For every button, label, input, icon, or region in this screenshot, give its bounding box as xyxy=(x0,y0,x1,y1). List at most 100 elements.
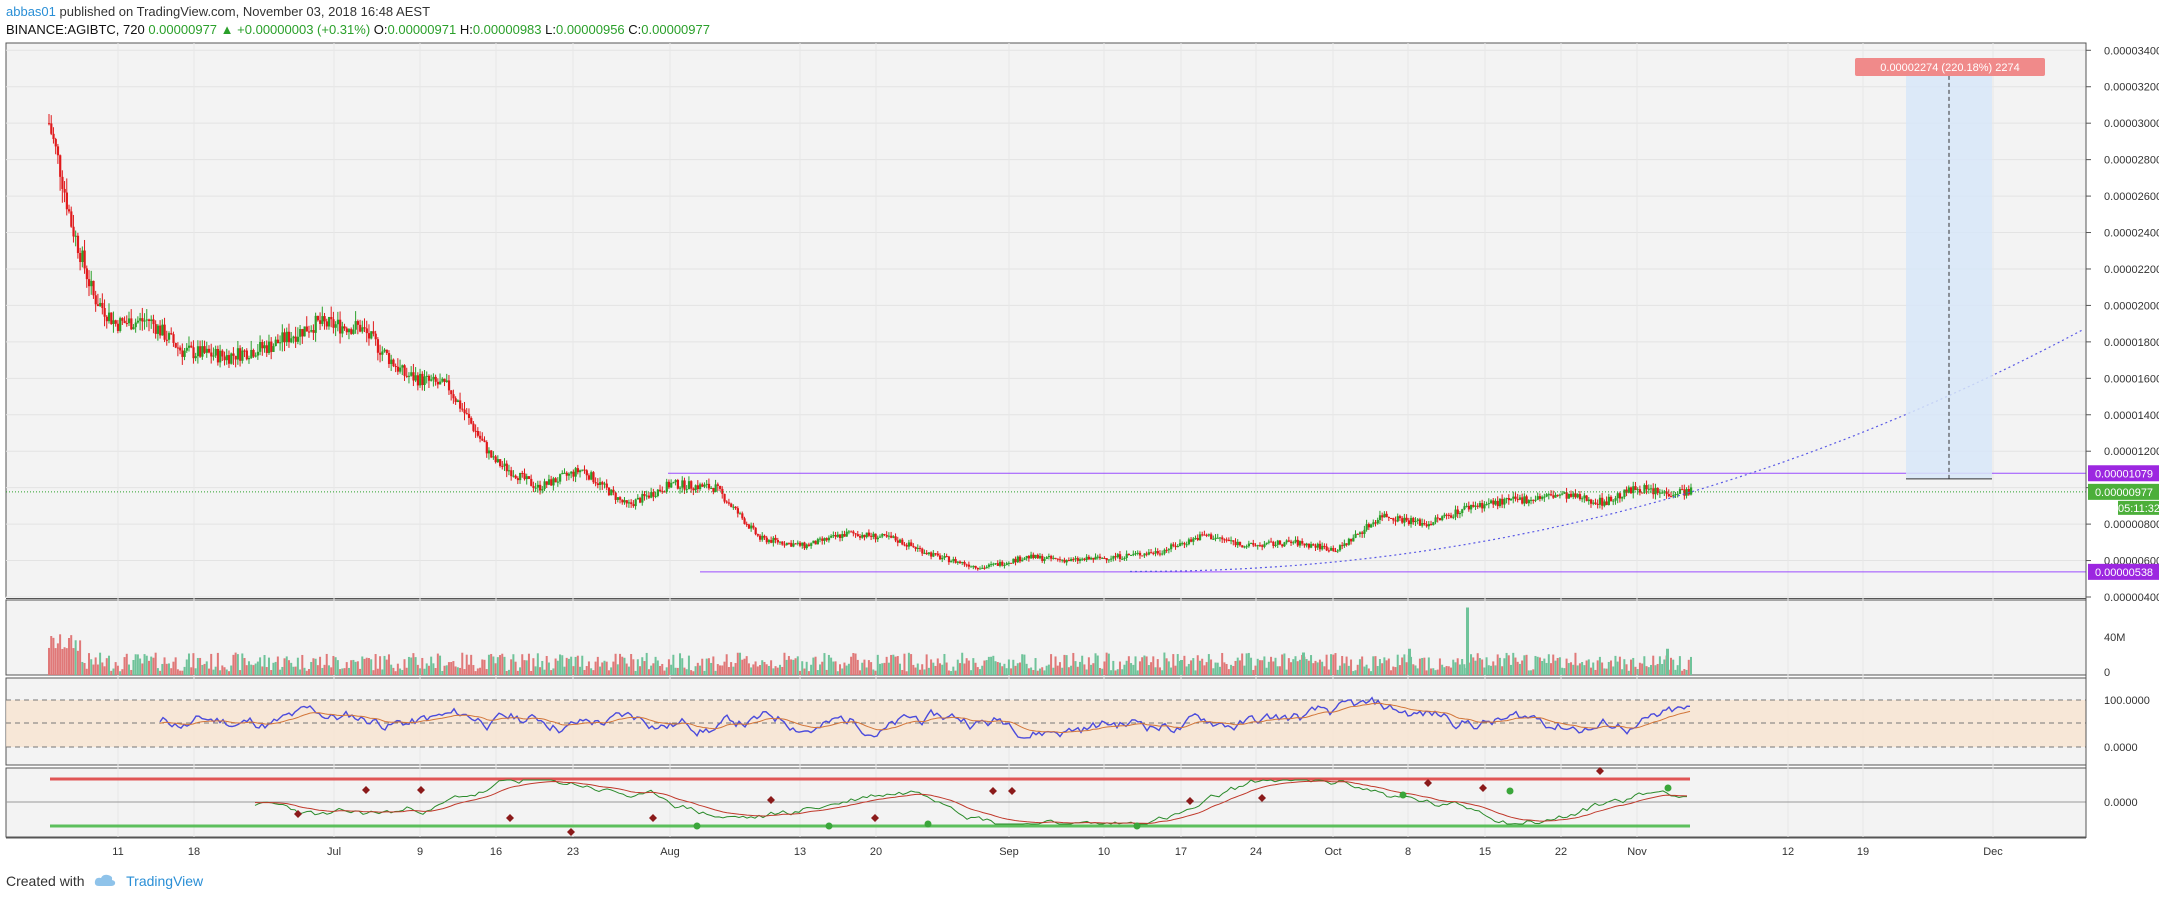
volume-bar xyxy=(1605,668,1608,675)
candle-body xyxy=(841,534,844,539)
candle-up xyxy=(610,489,613,496)
volume-bar xyxy=(1087,657,1090,675)
volume-bar xyxy=(996,662,999,675)
candle-body xyxy=(183,350,186,357)
volume-bar xyxy=(87,653,90,675)
volume-bar xyxy=(821,661,824,675)
candle-body xyxy=(463,409,466,414)
candle-body xyxy=(938,555,942,560)
volume-bar xyxy=(214,666,217,675)
volume-bar xyxy=(630,654,633,675)
candle-body xyxy=(821,538,824,541)
volume-bar xyxy=(1607,661,1610,675)
candle-body xyxy=(554,478,557,483)
volume-bar xyxy=(296,657,299,675)
volume-bar xyxy=(523,660,526,675)
volume-bar xyxy=(1047,664,1050,675)
candle-body xyxy=(581,469,584,471)
candle-body xyxy=(1352,537,1355,542)
volume-bar xyxy=(147,660,150,675)
candle-body xyxy=(1630,487,1633,494)
volume-bar xyxy=(1247,652,1250,675)
candle-body xyxy=(421,373,424,385)
volume-bar xyxy=(65,648,68,675)
candle-body xyxy=(1450,515,1453,518)
volume-bar xyxy=(1570,662,1573,675)
volume-bar xyxy=(1121,669,1124,675)
candle-body xyxy=(1416,519,1419,521)
candle-body xyxy=(561,473,564,475)
volume-bar xyxy=(556,660,559,675)
volume-bar xyxy=(1505,652,1508,675)
candle-body xyxy=(1518,497,1522,500)
candle-body xyxy=(107,312,111,322)
candle-body xyxy=(763,535,766,538)
volume-bar xyxy=(441,670,444,675)
volume-bar xyxy=(365,657,368,675)
volume-bar xyxy=(1630,659,1633,675)
candle-body xyxy=(1303,543,1306,546)
volume-bar xyxy=(576,655,579,675)
volume-bar xyxy=(516,670,519,675)
volume-bar xyxy=(921,664,924,675)
volume-bar xyxy=(456,667,459,675)
volume-bar xyxy=(1441,664,1444,675)
candle-body xyxy=(319,320,322,324)
candle-body xyxy=(621,499,624,503)
candle-body xyxy=(665,481,668,492)
volume-bar xyxy=(732,666,735,675)
candle-body xyxy=(221,350,224,357)
candle-body xyxy=(776,539,779,543)
candle-body xyxy=(414,375,417,381)
candle-down xyxy=(490,450,493,459)
volume-bar xyxy=(683,667,686,675)
candle-body xyxy=(501,465,504,467)
volume-bar xyxy=(50,636,53,675)
candle-body xyxy=(1338,545,1342,551)
candle-body xyxy=(1638,489,1642,493)
volume-bar xyxy=(1165,658,1168,675)
volume-bar xyxy=(1425,670,1428,675)
chart-canvas[interactable]: 0.00002274 (220.18%) 2274 0.000034000.00… xyxy=(0,0,2159,899)
volume-bar xyxy=(1478,658,1481,675)
candle-down xyxy=(1585,495,1588,502)
candle-body xyxy=(1514,496,1517,499)
candle-body xyxy=(432,376,435,380)
volume-bar xyxy=(1094,653,1097,675)
volume-bar xyxy=(927,667,930,675)
volume-bar xyxy=(1227,669,1230,675)
candle-body xyxy=(847,531,851,533)
candle-body xyxy=(1223,539,1226,541)
volume-bar xyxy=(52,637,55,675)
candle-body xyxy=(701,484,704,487)
volume-bar xyxy=(76,650,79,675)
volume-bar xyxy=(1043,670,1046,675)
volume-bar xyxy=(1063,654,1066,675)
candle-body xyxy=(943,556,946,558)
volume-bar xyxy=(1214,662,1217,675)
volume-bar xyxy=(1392,666,1395,675)
candle-body xyxy=(345,328,348,333)
volume-bar xyxy=(1143,655,1146,675)
candle-body xyxy=(1361,532,1364,534)
volume-bar xyxy=(781,666,784,675)
volume-bar xyxy=(1663,659,1666,675)
candle-body xyxy=(976,568,979,570)
volume-bar xyxy=(583,669,586,675)
volume-bar xyxy=(1170,667,1173,675)
tradingview-link[interactable]: TradingView xyxy=(126,873,203,889)
candle-body xyxy=(1176,545,1179,548)
candle-body xyxy=(219,350,222,363)
candle-body xyxy=(547,479,551,485)
candle-down xyxy=(1241,545,1244,548)
candle-body xyxy=(105,316,108,322)
price-tick-label: 0.00003400 xyxy=(2104,45,2159,57)
candle-body xyxy=(1343,543,1346,547)
candle-body xyxy=(576,468,580,473)
volume-bar xyxy=(1552,654,1555,675)
candle-body xyxy=(1218,537,1222,539)
volume-bar xyxy=(1394,667,1397,675)
volume-bar xyxy=(1263,656,1266,675)
volume-bar xyxy=(1650,664,1653,675)
candle-up xyxy=(119,316,122,333)
